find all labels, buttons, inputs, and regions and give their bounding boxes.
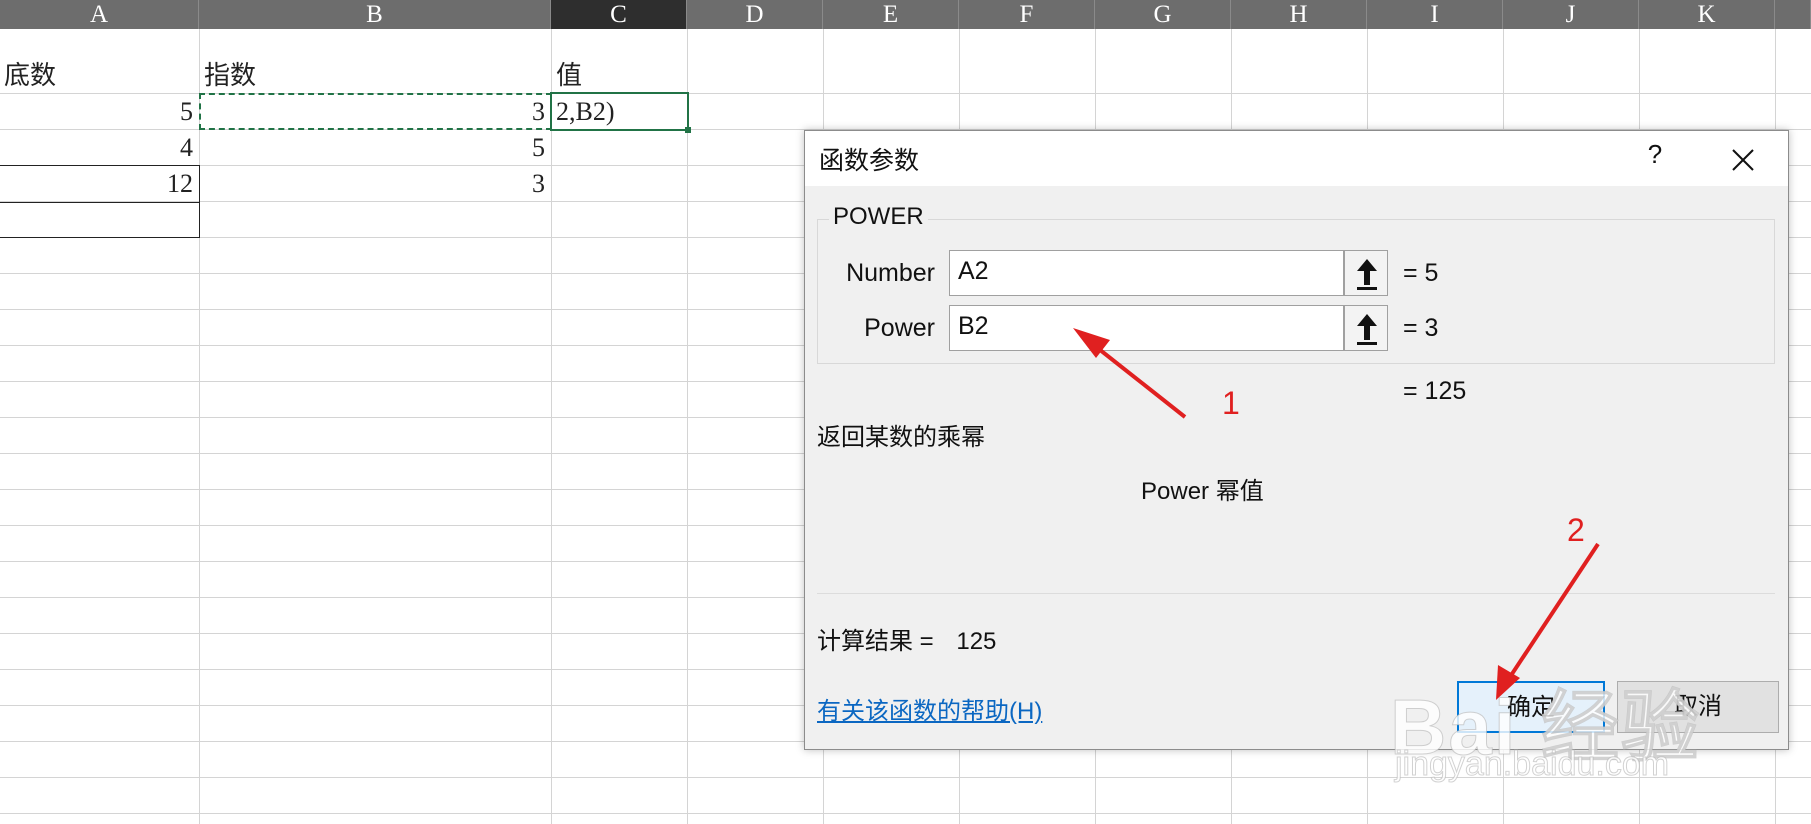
- annotation-label-2: 2: [1567, 512, 1585, 548]
- cell-border-a5: [0, 202, 200, 238]
- column-header-e[interactable]: E: [823, 0, 959, 29]
- cell-a2[interactable]: 5: [0, 94, 193, 130]
- parameter-description: Power 幂值: [1141, 478, 1264, 505]
- gridline: [0, 813, 1811, 814]
- help-button[interactable]: ?: [1640, 139, 1670, 170]
- formula-result: = 125: [1403, 377, 1467, 405]
- calc-result-label: 计算结果 =: [817, 628, 934, 655]
- close-icon: [1732, 149, 1754, 171]
- column-header-a[interactable]: A: [0, 0, 199, 29]
- copy-reference-marquee: [199, 93, 552, 130]
- close-button[interactable]: [1723, 135, 1763, 182]
- fill-handle[interactable]: [685, 127, 691, 133]
- cell-b1[interactable]: 指数: [204, 58, 256, 94]
- baidu-watermark-url: jingyan.baidu.com: [1394, 745, 1670, 784]
- column-header-i[interactable]: I: [1367, 0, 1503, 29]
- calc-result: 计算结果 = 125: [817, 621, 996, 656]
- active-cell-border: [550, 92, 689, 131]
- collapse-dialog-icon: [1357, 314, 1377, 345]
- power-arg-label: Power: [864, 314, 935, 342]
- cell-b3[interactable]: 5: [199, 130, 545, 166]
- number-collapse-button[interactable]: [1344, 250, 1388, 296]
- function-help-link[interactable]: 有关该函数的帮助(H): [817, 691, 1042, 726]
- cell-border-a4: [0, 165, 200, 203]
- number-arg-result: = 5: [1403, 259, 1439, 287]
- cell-a1[interactable]: 底数: [4, 58, 56, 94]
- cell-a3[interactable]: 4: [0, 130, 193, 166]
- column-header-g[interactable]: G: [1095, 0, 1231, 29]
- function-arguments-dialog: 函数参数 ? POWER Number A2 = 5 Power B2 = 3 …: [804, 130, 1789, 750]
- calc-result-value: 125: [956, 628, 997, 655]
- divider: [817, 593, 1775, 594]
- power-arg-result: = 3: [1403, 314, 1439, 342]
- column-header-f[interactable]: F: [959, 0, 1095, 29]
- dialog-title: 函数参数: [819, 147, 920, 175]
- annotation-label-1: 1: [1222, 385, 1240, 421]
- number-arg-label: Number: [846, 259, 935, 287]
- column-header-j[interactable]: J: [1503, 0, 1639, 29]
- dialog-titlebar[interactable]: 函数参数 ?: [805, 131, 1788, 186]
- column-header-overflow[interactable]: [1775, 0, 1811, 29]
- function-description: 返回某数的乘幂: [817, 424, 985, 451]
- cell-b4[interactable]: 3: [199, 166, 545, 202]
- function-name: POWER: [829, 203, 928, 231]
- number-arg-input[interactable]: A2: [949, 250, 1344, 296]
- power-collapse-button[interactable]: [1344, 305, 1388, 351]
- power-arg-input[interactable]: B2: [949, 305, 1344, 351]
- cell-c1[interactable]: 值: [556, 58, 582, 94]
- column-header-d[interactable]: D: [687, 0, 823, 29]
- column-header-b[interactable]: B: [199, 0, 551, 29]
- column-header-k[interactable]: K: [1639, 0, 1775, 29]
- collapse-dialog-icon: [1357, 259, 1377, 290]
- column-header-h[interactable]: H: [1231, 0, 1367, 29]
- column-header-c[interactable]: C: [551, 0, 687, 29]
